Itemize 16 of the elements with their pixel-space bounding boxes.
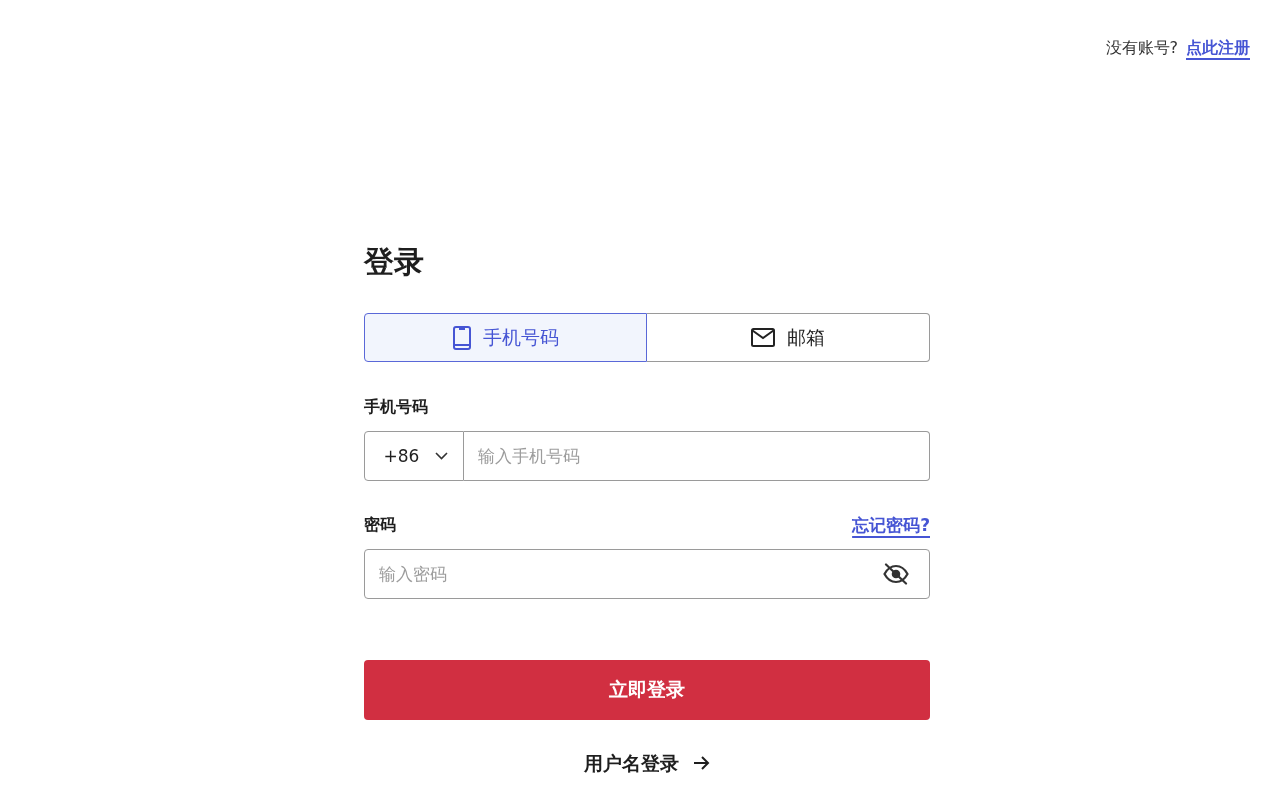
phone-icon [452,325,471,350]
register-link[interactable]: 点此注册 [1186,37,1250,59]
field-label: 密码 [364,514,396,536]
username-login-button[interactable]: 用户名登录 [584,751,710,775]
envelope-icon [751,328,775,347]
forgot-password-link[interactable]: 忘记密码? [852,514,930,536]
page-title: 登录 [364,245,424,279]
chevron-down-icon [435,452,449,460]
signup-prompt: 没有账号? [1105,37,1178,59]
login-method-tab[interactable]: 邮箱 [647,313,930,362]
login-button[interactable]: 立即登录 [364,660,930,720]
login-method-tab[interactable]: 手机号码 [364,313,647,362]
phone-input[interactable]: 输入手机号码 [464,431,930,481]
field-label: 手机号码 [364,396,428,418]
country-code-select[interactable]: +86 [364,431,464,481]
arrow-right-icon [693,756,710,770]
